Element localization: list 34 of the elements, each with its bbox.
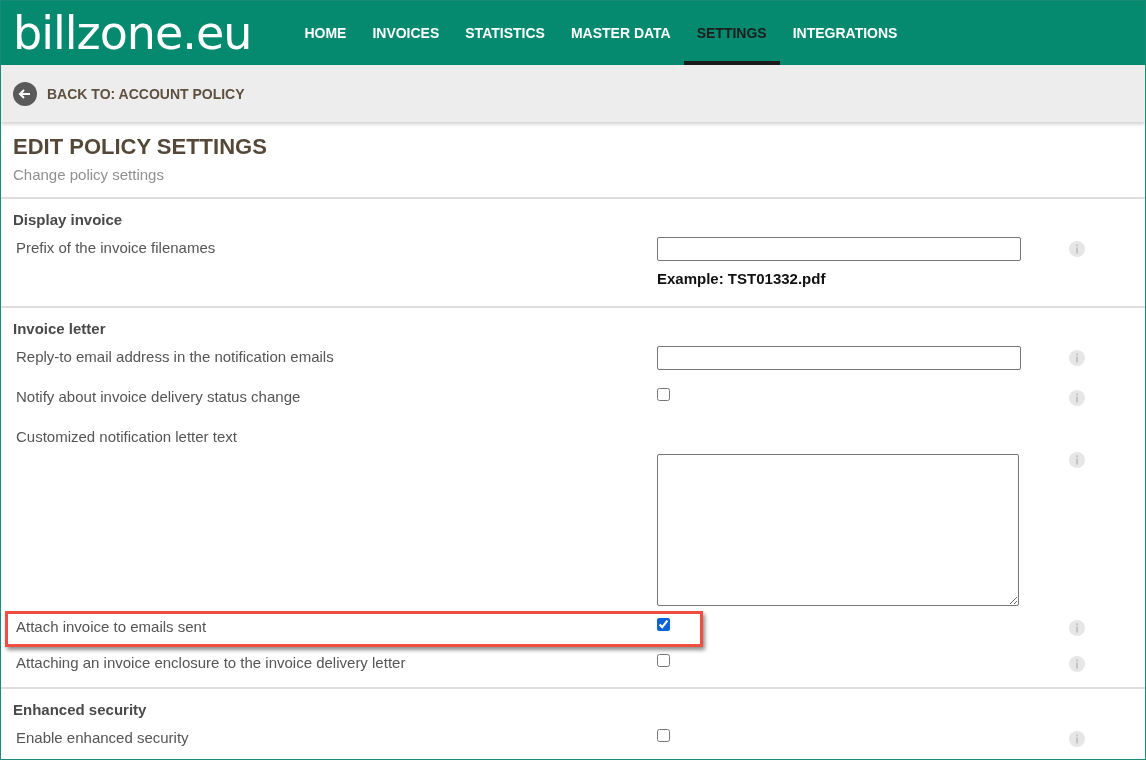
nav-tab[interactable]: HOME [291, 1, 360, 65]
logo: billzone.eu [12, 5, 253, 62]
setting-label: Prefix of the invoice filenames [16, 238, 217, 258]
info-icon[interactable] [1069, 452, 1085, 468]
back-link[interactable]: BACK TO: ACCOUNT POLICY [47, 85, 245, 102]
section-title: Display invoice [13, 211, 124, 228]
setting-label: Reply-to email address in the notification emails [16, 347, 335, 367]
nav-tab[interactable]: MASTER DATA [557, 1, 684, 65]
example-note: Example: TST01332.pdf [657, 269, 827, 289]
info-icon[interactable] [1069, 620, 1085, 636]
setting-label: Customized notification letter text [16, 427, 238, 447]
info-icon[interactable] [1069, 241, 1085, 257]
info-icon[interactable] [1069, 656, 1085, 672]
setting-label: Enable enhanced security [16, 728, 190, 748]
section-title: Enhanced security [13, 701, 148, 718]
info-icon[interactable] [1069, 350, 1085, 366]
page-subtitle: Change policy settings [13, 166, 165, 183]
page-title: EDIT POLICY SETTINGS [13, 134, 268, 160]
checkbox[interactable] [657, 618, 670, 631]
text-field[interactable] [657, 237, 1021, 261]
setting-label: Notify about invoice delivery status change [16, 387, 302, 407]
text-area[interactable] [657, 454, 1019, 606]
info-icon[interactable] [1069, 731, 1085, 747]
nav-tab[interactable]: INVOICES [359, 1, 453, 65]
nav-tab[interactable]: INTEGRATIONS [779, 1, 911, 65]
info-icon[interactable] [1069, 390, 1085, 406]
setting-label: Attaching an invoice enclosure to the invoice delivery letter [16, 653, 407, 673]
nav-tab[interactable]: STATISTICS [452, 1, 558, 65]
section-title: Invoice letter [13, 320, 107, 337]
checkbox[interactable] [657, 654, 670, 667]
text-field[interactable] [657, 346, 1021, 370]
checkbox[interactable] [657, 388, 670, 401]
setting-label: Attach invoice to emails sent [16, 617, 208, 637]
checkbox[interactable] [657, 729, 670, 742]
